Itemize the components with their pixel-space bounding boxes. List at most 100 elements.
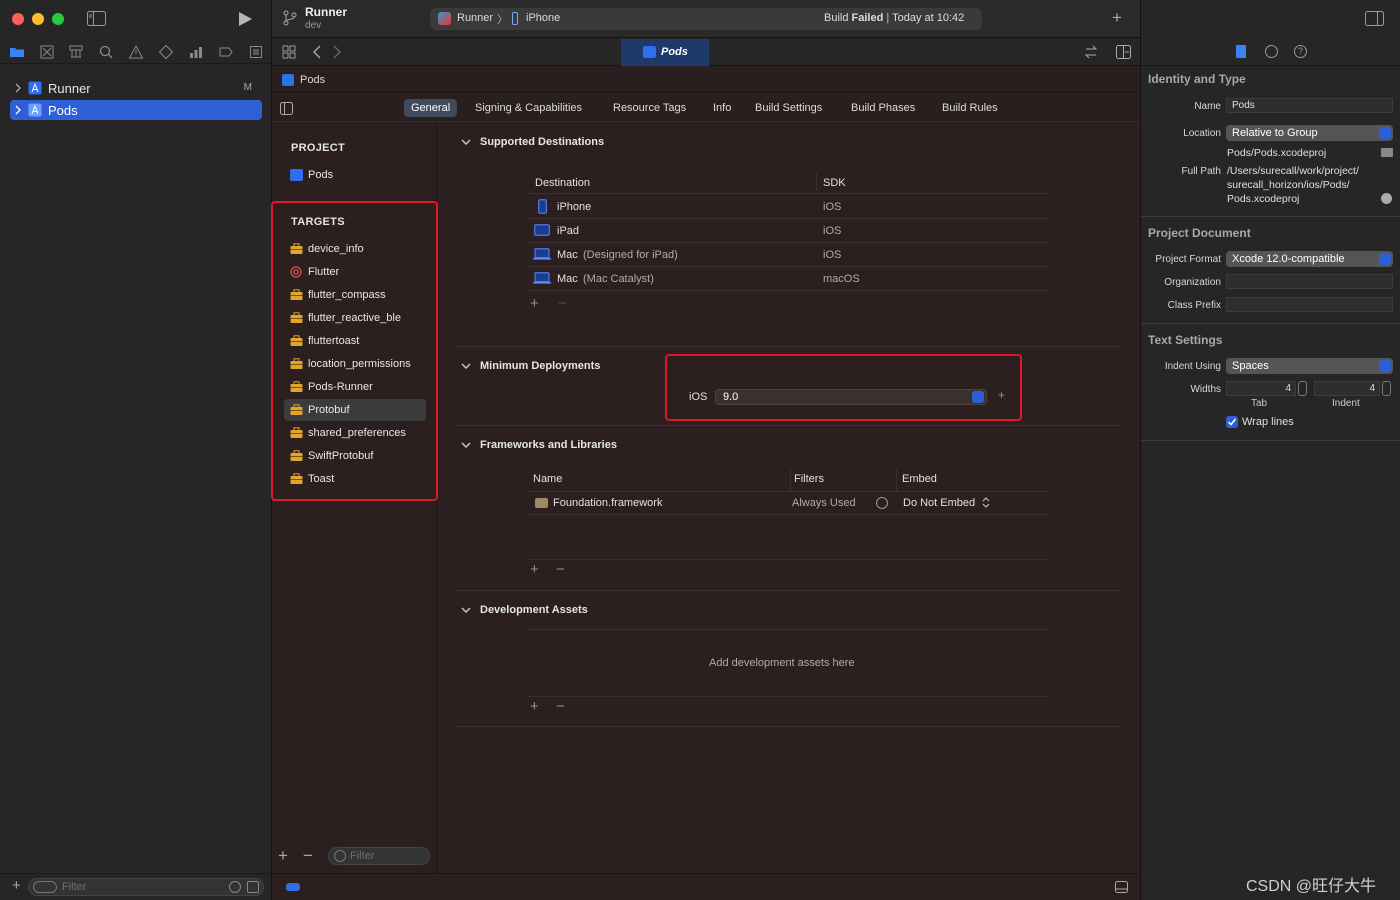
modified-badge: M [243,82,252,93]
chevron-down-icon[interactable] [461,137,471,147]
destination-row[interactable]: iPad iOS [526,219,1049,243]
tree-item-runner[interactable]: Runner M [10,78,262,98]
ios-deployment-target-combobox[interactable]: 9.0 [715,389,987,405]
recent-files-icon[interactable] [229,881,241,893]
remove-framework-button[interactable]: − [556,561,565,578]
tab-signing-capabilities[interactable]: Signing & Capabilities [468,99,589,117]
chevron-down-icon[interactable] [461,440,471,450]
full-path-line-1: /Users/surecall/work/project/ [1227,165,1359,177]
run-button[interactable] [238,11,253,27]
minimize-window-button[interactable] [32,13,44,25]
search-icon[interactable] [98,44,114,60]
folder-icon[interactable] [9,44,25,60]
add-destination-button[interactable]: + [530,295,539,312]
location-popup[interactable]: Relative to Group [1226,125,1393,141]
section-divider [454,346,1122,347]
framework-filters[interactable]: Always Used [792,497,856,509]
wrap-lines-checkbox[interactable] [1226,416,1238,428]
hide-targets-icon[interactable] [280,102,293,115]
reveal-in-finder-icon[interactable] [1381,193,1392,204]
framework-row[interactable]: Foundation.framework Always Used Do Not … [526,492,1049,514]
tab-width-stepper[interactable] [1298,381,1307,396]
remove-destination-button[interactable]: − [558,295,567,312]
tab-pods[interactable]: Pods [621,39,709,66]
add-icon[interactable]: + [12,878,21,893]
activity-status-bar: Runner 〉 iPhone Build Failed | Today at … [430,8,982,30]
targets-filter-input[interactable]: Filter [328,847,430,865]
embed-popup[interactable]: Do Not Embed [903,497,975,509]
destination-row[interactable]: Mac (Designed for iPad) iOS [526,243,1049,267]
close-window-button[interactable] [12,13,24,25]
file-inspector-icon[interactable] [1236,45,1246,58]
related-items-icon[interactable] [282,45,296,59]
swap-icon[interactable] [1084,45,1098,59]
indent-width-field[interactable]: 4 [1314,381,1380,396]
chevron-down-icon[interactable] [461,605,471,615]
destination-sdk: iOS [823,225,842,237]
report-icon[interactable] [248,44,264,60]
back-icon[interactable] [312,45,322,59]
chevron-right-icon[interactable] [14,82,22,94]
folder-icon[interactable] [1381,148,1393,157]
source-control-icon[interactable] [39,44,55,60]
xcodeproj-icon [28,103,42,117]
remove-target-icon[interactable]: − [303,847,313,864]
destination-selector[interactable]: iPhone [526,12,560,24]
project-editor-segments: General Signing & Capabilities Resource … [272,94,1140,122]
identity-and-type-header: Identity and Type [1148,72,1246,86]
help-icon[interactable]: ? [1294,45,1307,58]
tab-width-field[interactable]: 4 [1226,381,1296,396]
symbol-icon[interactable] [68,44,84,60]
filter-icon[interactable] [876,497,888,509]
add-target-icon[interactable]: + [278,847,288,864]
zoom-window-button[interactable] [52,13,64,25]
indent-caption: Indent [1332,398,1360,409]
indent-width-stepper[interactable] [1382,381,1391,396]
name-field[interactable]: Pods [1226,98,1393,113]
scheme-selector[interactable]: Runner [457,12,493,24]
destination-row[interactable]: iPhone iOS [526,195,1049,219]
remove-asset-button[interactable]: − [556,698,565,715]
tab-build-rules[interactable]: Build Rules [935,99,1005,117]
source-control-filter-icon[interactable] [247,881,259,893]
tab-general[interactable]: General [404,99,458,117]
test-icon[interactable] [158,44,174,60]
add-asset-button[interactable]: + [530,698,539,715]
split-editor-icon[interactable] [1116,45,1131,59]
breakpoint-icon[interactable] [218,44,234,60]
chevron-down-icon[interactable] [972,391,984,403]
inspector-toggle-icon[interactable] [1365,11,1384,26]
add-framework-button[interactable]: + [530,561,539,578]
forward-icon[interactable] [332,45,342,59]
history-icon[interactable] [1265,45,1278,58]
breakpoint-toggle-icon[interactable] [286,883,300,891]
filter-placeholder: Filter [62,881,87,893]
class-prefix-field[interactable] [1226,297,1393,312]
indent-using-popup[interactable]: Spaces [1226,358,1393,374]
project-item-pods[interactable]: Pods [284,164,426,186]
debug-area-toggle-icon[interactable] [1115,881,1128,893]
jump-bar-item[interactable]: Pods [300,74,325,86]
divider [1141,323,1400,324]
navigator-filter-input[interactable]: Filter [28,878,264,896]
tab-resource-tags[interactable]: Resource Tags [606,99,693,117]
tab-info[interactable]: Info [706,99,738,117]
updown-icon[interactable] [982,496,990,509]
tab-build-phases[interactable]: Build Phases [844,99,922,117]
debug-icon[interactable] [188,44,204,60]
tab-build-settings[interactable]: Build Settings [748,99,829,117]
destination-row[interactable]: Mac (Mac Catalyst) macOS [526,267,1049,291]
column-divider [896,469,897,491]
add-library-icon[interactable]: + [1112,9,1122,26]
filter-options-icon[interactable] [33,881,57,893]
xcodeproj-icon [28,81,42,95]
project-format-popup[interactable]: Xcode 12.0-compatible [1226,251,1393,267]
issue-icon[interactable] [128,44,144,60]
navigator-selector-bar [0,40,272,64]
sidebar-toggle-icon[interactable] [87,11,106,26]
tree-item-pods[interactable]: Pods [10,100,262,120]
highlight-box-deployment [665,354,1022,421]
organization-field[interactable] [1226,274,1393,289]
chevron-down-icon[interactable] [461,361,471,371]
chevron-right-icon[interactable] [14,104,22,116]
